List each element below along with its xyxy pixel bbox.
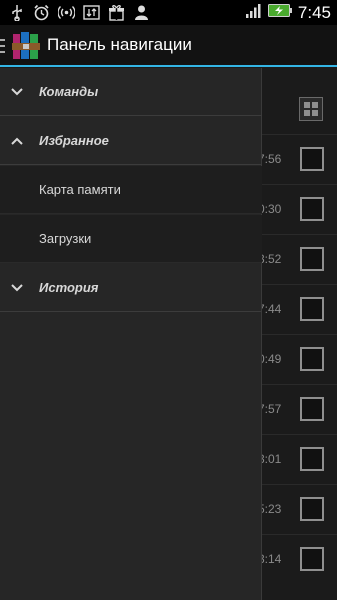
clock: 7:45: [297, 2, 331, 22]
navigation-drawer: Команды Избранное Карта памяти Загрузки …: [0, 68, 262, 600]
winrar-books-icon[interactable]: [11, 31, 41, 61]
drawer-section-label: Избранное: [39, 133, 109, 148]
drawer-item-label: Загрузки: [39, 231, 92, 246]
drawer-item-label: Карта памяти: [39, 182, 121, 197]
drawer-item-memory-card[interactable]: Карта памяти: [0, 166, 262, 214]
drawer-section-commands[interactable]: Команды: [0, 68, 262, 116]
drawer-section-label: История: [39, 280, 99, 295]
grid-view-icon[interactable]: [299, 97, 323, 121]
chevron-down-icon: [10, 85, 24, 99]
page-title: Панель навигации: [47, 35, 192, 54]
drawer-section-history[interactable]: История: [0, 264, 262, 312]
sync-icon: [83, 4, 100, 21]
list-item-checkbox[interactable]: [300, 447, 324, 471]
signal-icon: [245, 3, 262, 23]
drawer-indicator-icon[interactable]: [0, 39, 5, 53]
chevron-down-icon: [10, 281, 24, 295]
battery-charging-icon: [267, 3, 292, 22]
list-item-checkbox[interactable]: [300, 547, 324, 571]
status-bar: 7:45: [0, 0, 337, 25]
alarm-icon: [33, 4, 50, 21]
drawer-section-label: Команды: [39, 84, 99, 99]
person-icon: [133, 4, 150, 21]
list-item-checkbox[interactable]: [300, 497, 324, 521]
list-item-checkbox[interactable]: [300, 197, 324, 221]
drawer-section-favorites[interactable]: Избранное: [0, 117, 262, 165]
wifi-hotspot-icon: [58, 4, 75, 21]
usb-icon: [8, 4, 25, 21]
gift-icon: [108, 4, 125, 21]
list-item-checkbox[interactable]: [300, 147, 324, 171]
chevron-up-icon: [10, 134, 24, 148]
status-icons-left: [8, 3, 150, 22]
list-item-checkbox[interactable]: [300, 397, 324, 421]
action-bar: Панель навигации: [0, 25, 337, 67]
drawer-item-downloads[interactable]: Загрузки: [0, 215, 262, 263]
list-item-checkbox[interactable]: [300, 347, 324, 371]
status-icons-right: 7:45: [245, 3, 331, 22]
list-item-checkbox[interactable]: [300, 247, 324, 271]
list-item-checkbox[interactable]: [300, 297, 324, 321]
